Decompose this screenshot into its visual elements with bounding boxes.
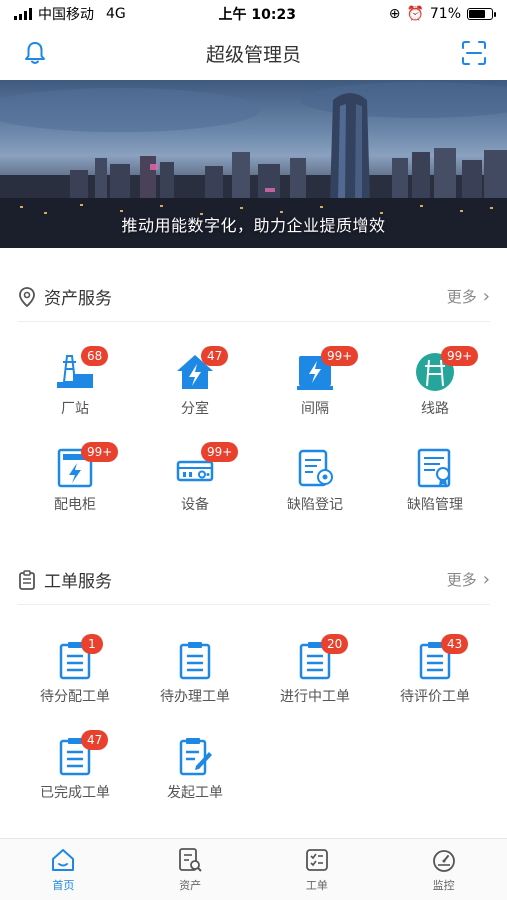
tab-home[interactable]: 首页 xyxy=(0,839,127,900)
item-label: 间隔 xyxy=(301,401,329,417)
item-label: 进行中工单 xyxy=(280,689,350,705)
create-order-icon xyxy=(179,738,212,776)
home-icon xyxy=(52,849,75,871)
asset-item-bay[interactable]: 99+ 间隔 xyxy=(255,346,375,432)
item-label: 待评价工单 xyxy=(400,689,470,705)
banner-caption: 推动用能数字化，助力企业提质增效 xyxy=(121,216,386,235)
location-pin-icon xyxy=(19,286,35,307)
asset-item-line[interactable]: 99+ 线路 xyxy=(375,346,495,432)
item-label: 待分配工单 xyxy=(40,689,110,705)
item-label: 已完成工单 xyxy=(40,785,110,801)
badge: 99+ xyxy=(321,346,359,366)
asset-item-substation[interactable]: 68 厂站 xyxy=(15,346,135,432)
item-label: 线路 xyxy=(421,401,449,417)
rotation-lock-icon: ⊕ xyxy=(388,6,401,22)
tab-label: 资产 xyxy=(179,879,202,892)
badge: 47 xyxy=(201,346,229,366)
tab-assets[interactable]: 资产 xyxy=(127,839,254,900)
chevron-right-icon: › xyxy=(482,286,490,307)
bottom-tab-bar: 首页 资产 工单 监控 xyxy=(0,838,507,900)
tab-label: 首页 xyxy=(52,879,75,892)
section-title: 工单服务 xyxy=(44,572,112,592)
item-label: 缺陷管理 xyxy=(407,497,463,513)
item-label: 发起工单 xyxy=(167,785,223,801)
defect-manage-icon xyxy=(417,448,451,488)
network-type: 4G xyxy=(106,6,126,22)
asset-item-device[interactable]: 99+ 设备 xyxy=(135,442,255,528)
alarm-icon: ⏰ xyxy=(406,6,424,22)
asset-item-defect-manage[interactable]: 缺陷管理 xyxy=(375,448,495,528)
badge: 99+ xyxy=(441,346,479,366)
asset-item-cabinet[interactable]: 99+ 配电柜 xyxy=(15,442,135,528)
battery-icon xyxy=(467,8,496,20)
tab-label: 监控 xyxy=(432,879,455,892)
badge: 99+ xyxy=(201,442,239,462)
status-bar: 中国移动 4G 上午 10:23 ⊕ ⏰ 71% xyxy=(0,0,507,28)
checklist-icon xyxy=(305,849,328,871)
chevron-right-icon: › xyxy=(482,569,490,590)
gauge-icon xyxy=(432,850,455,872)
work-item-create[interactable]: 发起工单 xyxy=(135,736,255,816)
banner[interactable]: 推动用能数字化，助力企业提质增效 xyxy=(0,80,507,248)
section-title: 资产服务 xyxy=(44,289,112,309)
item-label: 厂站 xyxy=(61,401,89,417)
badge: 99+ xyxy=(81,442,119,462)
bell-icon[interactable] xyxy=(22,40,48,66)
tab-work-orders[interactable]: 工单 xyxy=(254,839,381,900)
work-more-link[interactable]: 更多 › xyxy=(447,569,490,590)
badge: 47 xyxy=(81,730,109,750)
signal-icon xyxy=(14,8,32,20)
battery-percent: 71% xyxy=(429,6,461,22)
clock: 上午 10:23 xyxy=(218,7,296,23)
asset-more-link[interactable]: 更多 › xyxy=(447,286,490,307)
item-label: 配电柜 xyxy=(54,497,96,513)
page-title: 超级管理员 xyxy=(205,43,301,66)
tab-monitor[interactable]: 监控 xyxy=(380,839,507,900)
badge: 43 xyxy=(441,634,469,654)
work-section-header: 工单服务 更多 › xyxy=(18,555,490,605)
item-label: 分室 xyxy=(181,401,209,417)
item-label: 设备 xyxy=(181,497,209,513)
carrier: 中国移动 xyxy=(38,7,94,23)
asset-search-icon xyxy=(179,848,202,872)
defect-register-icon xyxy=(298,449,333,487)
work-order-icon xyxy=(179,642,211,680)
asset-item-defect-register[interactable]: 缺陷登记 xyxy=(255,448,375,528)
app-header: 超级管理员 xyxy=(0,28,507,78)
item-label: 待办理工单 xyxy=(160,689,230,705)
item-label: 缺陷登记 xyxy=(287,497,343,513)
work-item-in-progress[interactable]: 20 进行中工单 xyxy=(255,634,375,720)
work-item-to-assign[interactable]: 1 待分配工单 xyxy=(15,634,135,720)
badge: 1 xyxy=(81,634,103,654)
scan-icon[interactable] xyxy=(461,40,487,66)
work-item-to-evaluate[interactable]: 43 待评价工单 xyxy=(375,634,495,720)
clipboard-icon xyxy=(19,569,35,590)
asset-item-room[interactable]: 47 分室 xyxy=(135,346,255,432)
tab-label: 工单 xyxy=(305,879,328,892)
asset-section-header: 资产服务 更多 › xyxy=(18,272,490,322)
badge: 20 xyxy=(321,634,349,654)
badge: 68 xyxy=(81,346,109,366)
work-item-to-handle[interactable]: 待办理工单 xyxy=(135,640,255,720)
work-item-completed[interactable]: 47 已完成工单 xyxy=(15,730,135,816)
